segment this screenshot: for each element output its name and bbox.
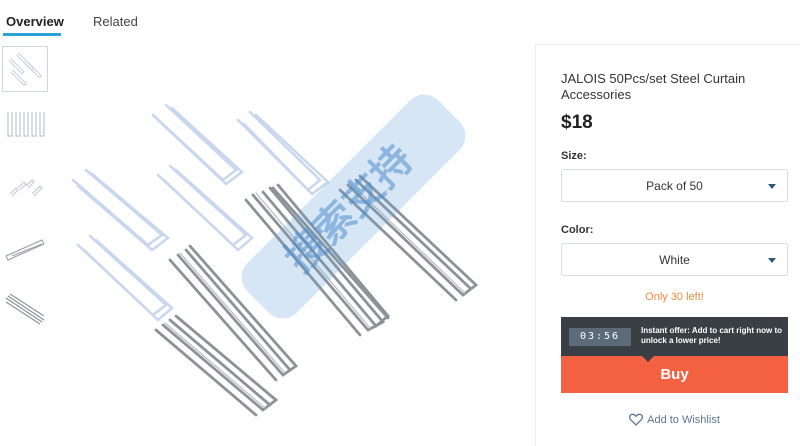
offer-text: Instant offer: Add to cart right now to … (641, 326, 783, 345)
add-to-wishlist-link[interactable]: Add to Wishlist (561, 413, 788, 426)
product-title: JALOIS 50Pcs/set Steel Curtain Accessori… (561, 71, 746, 102)
chevron-down-icon (768, 184, 776, 189)
thumbnail-4[interactable] (2, 226, 48, 272)
size-select[interactable]: Pack of 50 (561, 169, 788, 202)
product-price: $18 (561, 112, 593, 133)
stock-notice: Only 30 left! (645, 291, 704, 303)
color-label: Color: (561, 224, 594, 236)
chevron-down-icon (768, 258, 776, 263)
size-label: Size: (561, 150, 587, 162)
instant-offer-banner: 03:56 Instant offer: Add to cart right n… (561, 317, 788, 356)
heart-icon (629, 413, 644, 426)
size-value: Pack of 50 (646, 179, 703, 193)
wishlist-label: Add to Wishlist (647, 414, 720, 426)
thumbnail-3[interactable] (2, 166, 48, 212)
thumbnail-2[interactable] (2, 106, 48, 152)
countdown-timer: 03:56 (569, 328, 631, 346)
active-tab-indicator (3, 33, 61, 36)
product-main-image (58, 60, 528, 440)
tab-overview[interactable]: Overview (6, 14, 64, 29)
thumbnail-5[interactable] (2, 286, 48, 332)
color-select[interactable]: White (561, 243, 788, 276)
offer-pointer (642, 356, 654, 362)
product-panel: JALOIS 50Pcs/set Steel Curtain Accessori… (535, 44, 800, 446)
tab-related[interactable]: Related (93, 14, 138, 29)
color-value: White (659, 253, 690, 267)
thumbnail-1[interactable] (2, 46, 48, 92)
buy-button[interactable]: Buy (561, 356, 788, 393)
tab-bar: Overview Related (0, 0, 530, 40)
